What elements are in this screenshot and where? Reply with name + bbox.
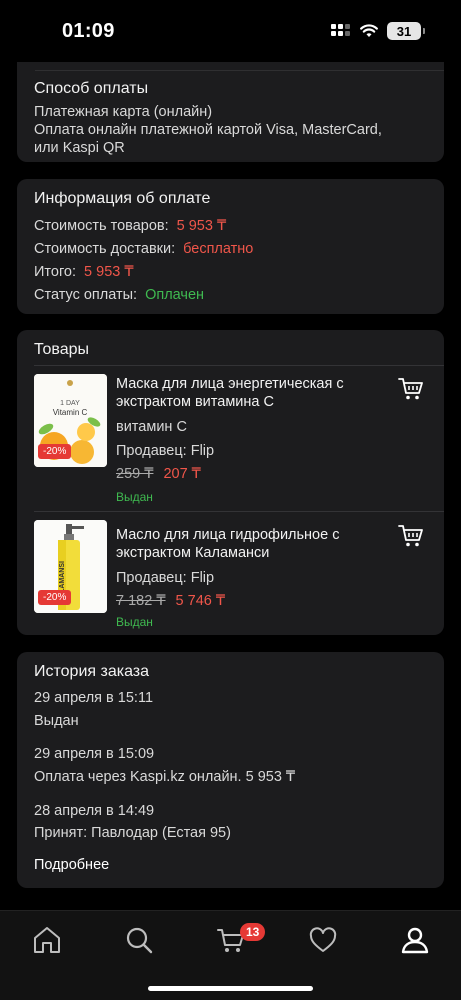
heart-icon[interactable] (308, 925, 338, 955)
delivery-cost-label: Стоимость доставки: (34, 241, 176, 257)
product-seller: Продавец: Flip (116, 443, 215, 459)
product-name-line1: Маска для лица энергетическая с (116, 376, 344, 392)
total-row: Итого: 5 953 ₸ (34, 264, 134, 280)
product-price: 207 ₸ (163, 466, 201, 482)
product-seller: Продавец: Flip (116, 570, 215, 586)
image-text-day: 1 DAY (60, 400, 80, 407)
cart-badge: 13 (240, 923, 266, 941)
add-to-cart-icon[interactable] (398, 377, 424, 401)
history-text: Выдан (34, 713, 79, 729)
total-value: 5 953 ₸ (84, 264, 134, 280)
products-title: Товары (34, 341, 90, 358)
product-name-line2: экстрактом витамина С (116, 394, 274, 410)
goods-cost-row: Стоимость товаров: 5 953 ₸ (34, 218, 226, 234)
product-price-row: 7 182 ₸ 5 746 ₸ (116, 593, 225, 609)
payment-method-desc-line1: Оплата онлайн платежной картой Visa, Mas… (34, 122, 382, 138)
image-text-vitamin: Vitamin C (53, 408, 88, 417)
goods-cost-label: Стоимость товаров: (34, 218, 169, 234)
add-to-cart-icon[interactable] (398, 524, 424, 548)
discount-badge: -20% (38, 590, 72, 605)
order-history-card: История заказа 29 апреля в 15:11 Выдан 2… (17, 652, 444, 888)
payment-method-card: Способ оплаты Платежная карта (онлайн) О… (17, 62, 444, 162)
history-text: Оплата через Kaspi.kz онлайн. 5 953 ₸ (34, 769, 296, 785)
delivery-cost-value: бесплатно (183, 241, 254, 257)
product-old-price: 7 182 ₸ (116, 593, 166, 609)
payment-method-type: Платежная карта (онлайн) (34, 104, 213, 120)
payment-method-desc-line2: или Kaspi QR (34, 140, 125, 156)
payment-info-title: Информация об оплате (34, 190, 211, 207)
discount-badge: -20% (38, 444, 72, 459)
battery-icon: 31 (387, 22, 425, 40)
payment-info-card: Информация об оплате Стоимость товаров: … (17, 179, 444, 314)
more-details-link[interactable]: Подробнее (34, 857, 109, 873)
product-name-line1: Масло для лица гидрофильное с (116, 527, 340, 543)
product-name-line2: экстрактом Каламанси (116, 545, 270, 561)
history-text: Принят: Павлодар (Естая 95) (34, 825, 231, 841)
goods-cost-value: 5 953 ₸ (176, 218, 227, 234)
product-name: Масло для лица гидрофильное с экстрактом… (116, 526, 339, 562)
history-date: 29 апреля в 15:09 (34, 746, 155, 762)
product-item[interactable]: 1 DAY Vitamin C -20% Маска для лица энер… (17, 365, 444, 510)
status-time: 01:09 (62, 20, 115, 42)
product-variant: витамин С (116, 419, 187, 435)
product-image: ALAMANSI -20% (34, 520, 107, 613)
payment-status-row: Статус оплаты: Оплачен (34, 287, 204, 303)
history-title: История заказа (34, 663, 150, 680)
product-price-row: 259 ₸ 207 ₸ (116, 466, 201, 482)
product-price: 5 746 ₸ (175, 593, 226, 609)
products-card: Товары 1 DAY Vitamin C -20% Маска для ли… (17, 330, 444, 635)
product-old-price: 259 ₸ (116, 466, 154, 482)
wifi-icon (360, 24, 378, 37)
product-image: 1 DAY Vitamin C -20% (34, 374, 107, 467)
payment-status-value: Оплачен (145, 287, 205, 303)
cellular-signal-icon (331, 24, 351, 38)
total-label: Итого: (34, 264, 77, 280)
payment-method-title: Способ оплаты (34, 80, 149, 97)
history-date: 28 апреля в 14:49 (34, 803, 155, 819)
home-icon[interactable] (32, 925, 62, 955)
profile-icon[interactable] (400, 925, 430, 955)
divider (35, 70, 444, 71)
status-bar: 01:09 31 (0, 0, 461, 62)
product-item[interactable]: ALAMANSI -20% Масло для лица гидрофильно… (17, 511, 444, 631)
status-icons: 31 (331, 22, 425, 40)
delivery-cost-row: Стоимость доставки: бесплатно (34, 241, 253, 257)
search-icon[interactable] (124, 925, 154, 955)
history-date: 29 апреля в 15:11 (34, 690, 154, 706)
home-indicator[interactable] (148, 986, 313, 991)
product-status: Выдан (116, 615, 153, 629)
payment-status-label: Статус оплаты: (34, 287, 138, 303)
product-status: Выдан (116, 490, 153, 504)
product-name: Маска для лица энергетическая с экстракт… (116, 375, 344, 411)
